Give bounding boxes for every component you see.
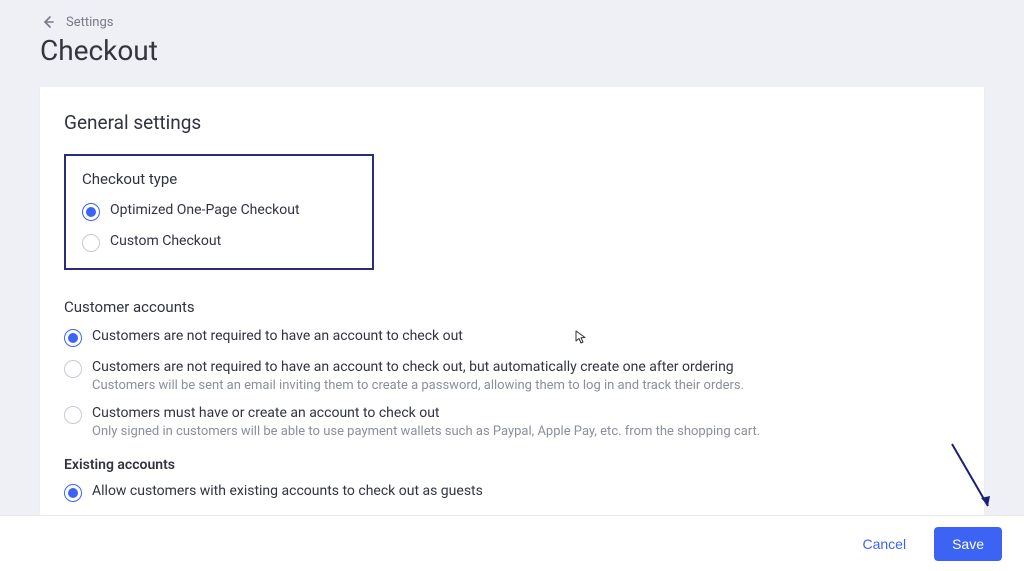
- cancel-button[interactable]: Cancel: [848, 528, 920, 560]
- radio-icon: [82, 234, 100, 252]
- radio-allow-guest-checkout[interactable]: Allow customers with existing accounts t…: [64, 483, 960, 502]
- footer-bar: Cancel Save: [0, 515, 1024, 571]
- radio-label: Customers are not required to have an ac…: [92, 359, 744, 375]
- radio-no-account-required[interactable]: Customers are not required to have an ac…: [64, 328, 960, 347]
- radio-icon: [64, 329, 82, 347]
- radio-label: Customers are not required to have an ac…: [92, 328, 463, 344]
- settings-card: General settings Checkout type Optimized…: [40, 87, 984, 552]
- radio-custom-checkout[interactable]: Custom Checkout: [82, 233, 356, 252]
- save-button[interactable]: Save: [934, 527, 1002, 561]
- radio-label: Customers must have or create an account…: [92, 405, 760, 421]
- radio-sublabel: Only signed in customers will be able to…: [92, 424, 760, 439]
- radio-icon: [82, 203, 100, 221]
- radio-sublabel: Customers will be sent an email inviting…: [92, 378, 744, 393]
- radio-icon: [64, 360, 82, 378]
- radio-optimized-one-page-checkout[interactable]: Optimized One-Page Checkout: [82, 202, 356, 221]
- general-settings-heading: General settings: [64, 111, 960, 134]
- customer-accounts-heading: Customer accounts: [64, 298, 960, 316]
- checkout-type-heading: Checkout type: [82, 170, 356, 188]
- checkout-type-box: Checkout type Optimized One-Page Checkou…: [64, 154, 374, 270]
- radio-auto-create-after-ordering[interactable]: Customers are not required to have an ac…: [64, 359, 960, 393]
- back-arrow-icon[interactable]: [40, 14, 56, 30]
- existing-accounts-heading: Existing accounts: [64, 457, 960, 473]
- radio-must-have-account[interactable]: Customers must have or create an account…: [64, 405, 960, 439]
- breadcrumb-label[interactable]: Settings: [66, 15, 113, 30]
- page-title: Checkout: [16, 34, 1008, 79]
- radio-label: Optimized One-Page Checkout: [110, 202, 300, 218]
- radio-label: Custom Checkout: [110, 233, 221, 249]
- customer-accounts-section: Customer accounts Customers are not requ…: [64, 298, 960, 502]
- radio-label: Allow customers with existing accounts t…: [92, 483, 483, 499]
- radio-icon: [64, 484, 82, 502]
- breadcrumb: Settings: [16, 0, 1008, 34]
- radio-icon: [64, 406, 82, 424]
